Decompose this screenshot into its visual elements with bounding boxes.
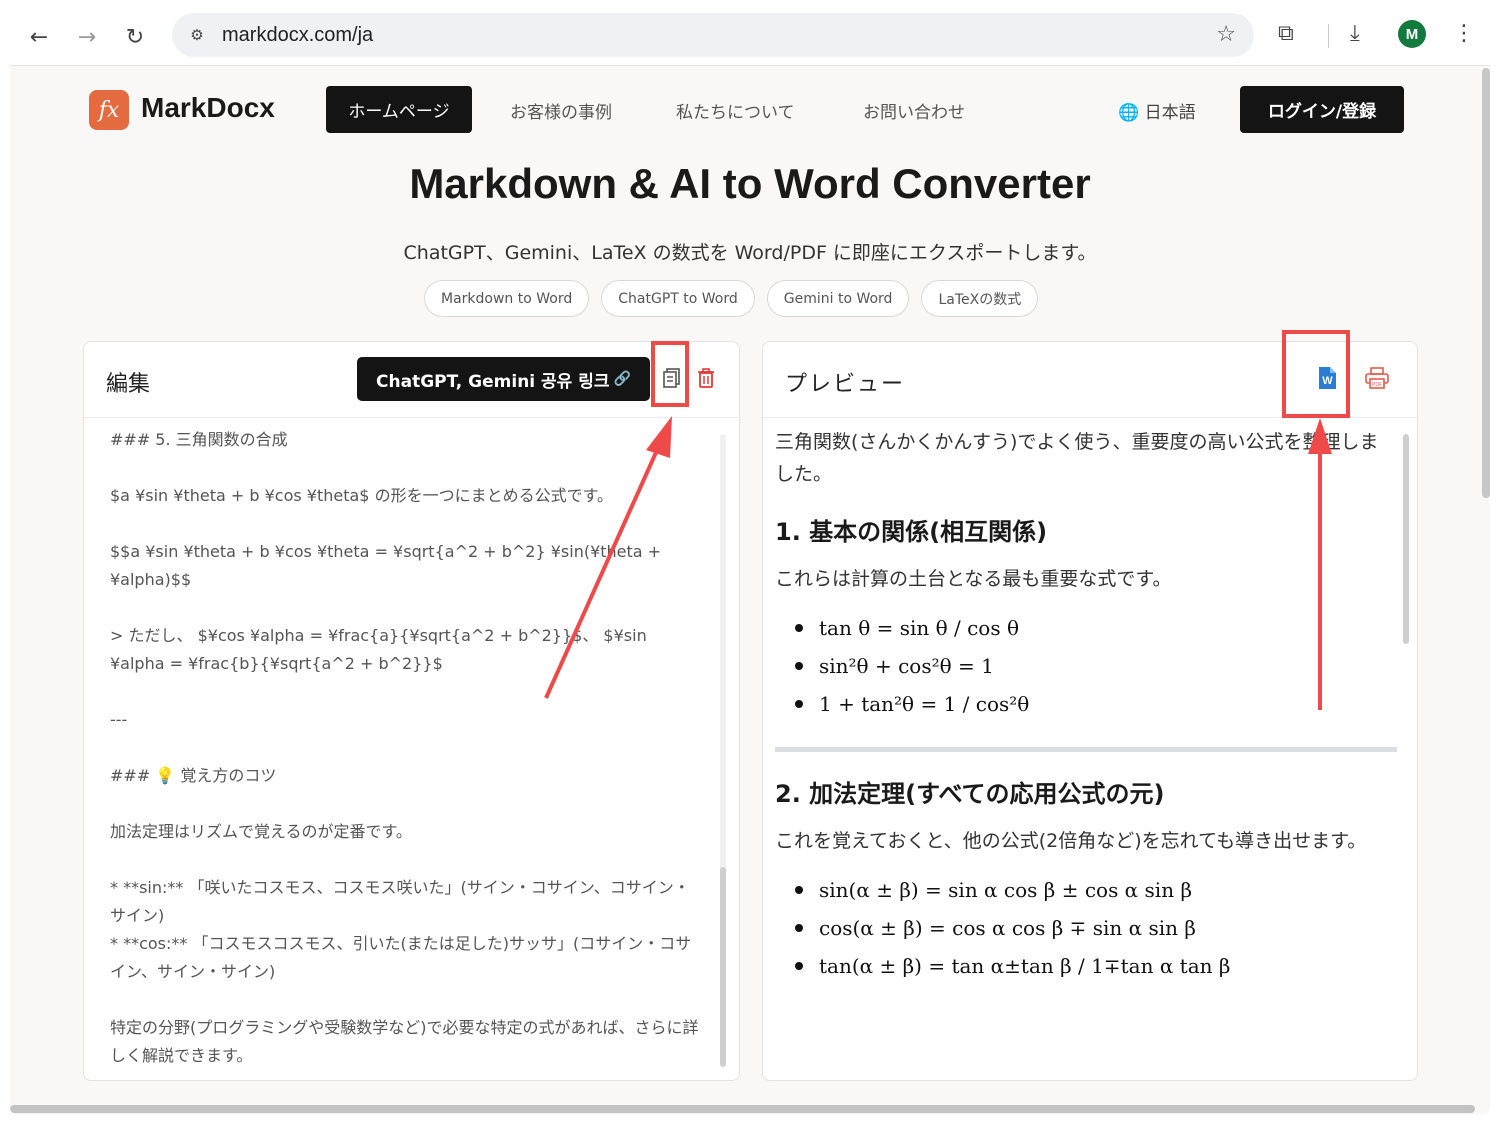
editor-line: 加法定理はリズムで覚えるのが定番です。: [110, 822, 412, 841]
link-icon: 🔗: [613, 371, 631, 387]
markdown-editor[interactable]: ### 5. 三角関数の合成 $a ¥sin ¥theta + b ¥cos ¥…: [110, 426, 700, 1080]
toolbar-divider: [1328, 24, 1329, 48]
editor-line: ### 5. 三角関数の合成: [110, 430, 288, 449]
profile-avatar[interactable]: M: [1398, 20, 1426, 48]
editor-line: $a ¥sin ¥theta + b ¥cos ¥theta$ の形を一つにまと…: [110, 486, 613, 505]
preview-title: プレビュー: [785, 372, 906, 397]
share-link-button[interactable]: ChatGPT, Gemini 공유 링크 🔗: [357, 357, 650, 401]
browser-toolbar: ← → ↻ ⚙ markdocx.com/ja ☆ ⧉ ⤓ M ⋮: [10, 8, 1490, 66]
forward-arrow-icon[interactable]: →: [70, 20, 104, 54]
nav-contact-link[interactable]: お問い合わせ: [863, 98, 965, 123]
formula-item: tan(α ± β) = tan α±tan β / 1∓tan α tan β: [795, 947, 1397, 985]
horizontal-scrollbar[interactable]: [10, 1105, 1475, 1113]
pdf-print-icon[interactable]: PDF: [1363, 364, 1391, 392]
horizontal-rule: [775, 747, 1397, 752]
pill-chatgpt-to-word[interactable]: ChatGPT to Word: [601, 280, 755, 317]
logo-icon[interactable]: fx: [89, 90, 129, 130]
nav-about-link[interactable]: 私たちについて: [676, 98, 795, 123]
preview-heading-2: 2. 加法定理(すべての応用公式の元): [775, 780, 1165, 808]
nav-cases-link[interactable]: お客様の事例: [510, 98, 612, 123]
editor-line: * **sin:** 「咲いたコスモス、コスモス咲いた」(サイン・コサイン、コサ…: [110, 878, 690, 925]
preview-paragraph-2: これを覚えておくと、他の公式(2倍角など)を忘れても導き出せます。: [775, 830, 1367, 852]
formula-item: sin(α ± β) = sin α cos β ± cos α sin β: [795, 871, 1397, 909]
formula-item: cos(α ± β) = cos α cos β ∓ sin α sin β: [795, 909, 1397, 947]
formula-item: 1 + tan²θ = 1 / cos²θ: [795, 685, 1397, 723]
highlight-box-copy: [651, 341, 689, 407]
editor-line: * **cos:** 「コスモスコスモス、引いた(または足した)サッサ」(コサイ…: [110, 934, 692, 981]
editor-panel: 編集 ChatGPT, Gemini 공유 링크 🔗 ### 5. 三角関数の合…: [83, 341, 740, 1081]
editor-header: 編集 ChatGPT, Gemini 공유 링크 🔗: [84, 342, 739, 418]
formula-list-2: sin(α ± β) = sin α cos β ± cos α sin β c…: [795, 871, 1397, 985]
language-selector[interactable]: 🌐 日本語: [1118, 98, 1196, 123]
extensions-icon[interactable]: ⧉: [1278, 21, 1294, 46]
formula-item: tan θ = sin θ / cos θ: [795, 609, 1397, 647]
logo-text[interactable]: MarkDocx: [141, 92, 275, 124]
editor-line: ---: [110, 710, 128, 729]
editor-line: ### 💡 覚え方のコツ: [110, 766, 277, 785]
preview-scrollbar[interactable]: [1403, 434, 1409, 644]
trash-icon[interactable]: [692, 364, 720, 392]
svg-text:PDF: PDF: [1372, 382, 1382, 388]
formula-item: sin²θ + cos²θ = 1: [795, 647, 1397, 685]
share-link-label: ChatGPT, Gemini 공유 링크: [376, 371, 610, 392]
editor-scrollbar[interactable]: [720, 867, 726, 1067]
feature-pills: Markdown to Word ChatGPT to Word Gemini …: [424, 280, 1039, 317]
preview-intro: 三角関数(さんかくかんすう)でよく使う、重要度の高い公式を整理しました。: [775, 431, 1379, 485]
editor-line: 特定の分野(プログラミングや受験数学など)で必要な特定の式があれば、さらに詳しく…: [110, 1018, 699, 1065]
address-bar[interactable]: ⚙ markdocx.com/ja ☆: [172, 13, 1254, 57]
preview-content: 三角関数(さんかくかんすう)でよく使う、重要度の高い公式を整理しました。 1. …: [775, 426, 1397, 985]
preview-heading-1: 1. 基本の関係(相互関係): [775, 518, 1048, 546]
browser-window: ← → ↻ ⚙ markdocx.com/ja ☆ ⧉ ⤓ M ⋮ fx Mar…: [10, 8, 1490, 1114]
bookmark-star-icon[interactable]: ☆: [1216, 22, 1236, 47]
login-button[interactable]: ログイン/登録: [1240, 86, 1404, 133]
pill-gemini-to-word[interactable]: Gemini to Word: [766, 280, 910, 317]
page-subtitle: ChatGPT、Gemini、LaTeX の数式を Word/PDF に即座にエ…: [403, 242, 1097, 264]
download-icon[interactable]: ⤓: [1350, 21, 1360, 46]
language-label: 日本語: [1144, 103, 1196, 123]
reload-icon[interactable]: ↻: [118, 20, 152, 54]
preview-paragraph-1: これらは計算の土台となる最も重要な式です。: [775, 568, 1172, 590]
site-settings-icon[interactable]: ⚙: [186, 24, 208, 46]
nav-home-button[interactable]: ホームページ: [326, 86, 472, 133]
formula-list-1: tan θ = sin θ / cos θ sin²θ + cos²θ = 1 …: [795, 609, 1397, 723]
page-scrollbar[interactable]: [1482, 68, 1490, 498]
pill-markdown-to-word[interactable]: Markdown to Word: [424, 280, 590, 317]
url-text: markdocx.com/ja: [222, 24, 374, 46]
editor-title: 編集: [106, 372, 151, 397]
editor-line: > ただし、 $¥cos ¥alpha = ¥frac{a}{¥sqrt{a^2…: [110, 626, 647, 673]
back-arrow-icon[interactable]: ←: [22, 20, 56, 54]
highlight-box-word: [1282, 330, 1350, 418]
editor-line: $$a ¥sin ¥theta + b ¥cos ¥theta = ¥sqrt{…: [110, 542, 662, 589]
globe-icon: 🌐: [1118, 103, 1140, 123]
pill-latex[interactable]: LaTeXの数式: [921, 280, 1039, 317]
page-title: Markdown & AI to Word Converter: [409, 160, 1091, 207]
preview-panel: プレビュー W PDF 三角関数(さんかくかんすう)でよく使う、重要度の高い公式…: [762, 341, 1418, 1081]
browser-menu-icon[interactable]: ⋮: [1453, 21, 1475, 46]
